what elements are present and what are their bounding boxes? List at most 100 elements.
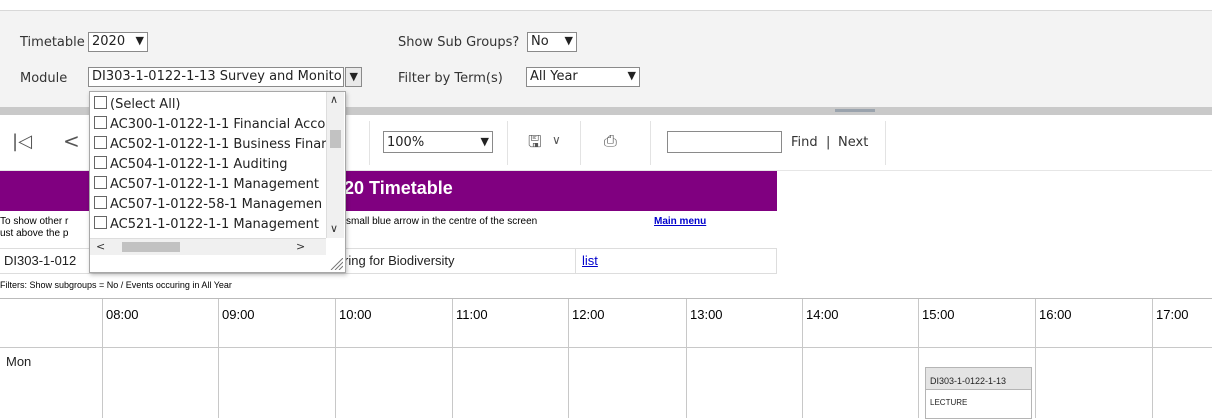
chevron-down-icon: ▼ <box>349 70 358 83</box>
chevron-right-icon[interactable]: > <box>296 240 305 253</box>
hour-header: 15:00 <box>922 307 955 322</box>
checkbox[interactable] <box>94 96 107 109</box>
module-select-value: DI303-1-0122-1-13 Survey and Monito <box>92 69 342 84</box>
list-item-label: AC521-1-0122-1-1 Management <box>110 217 319 232</box>
timetable-label: Timetable <box>20 35 85 50</box>
toolbar-divider <box>369 121 370 165</box>
list-item-label: AC504-1-0122-1-1 Auditing <box>110 157 288 172</box>
grid-col-divider <box>102 299 103 418</box>
zoom-select-value: 100% <box>387 135 425 150</box>
find-input[interactable] <box>667 131 782 153</box>
list-item-label: AC507-1-0122-58-1 Managemen <box>110 197 323 212</box>
list-item-label: AC300-1-0122-1-1 Financial Acco <box>110 117 326 132</box>
chevron-up-icon[interactable]: ∧ <box>330 93 338 106</box>
print-icon[interactable]: ⎙ <box>604 131 617 151</box>
main-menu-link[interactable]: Main menu <box>654 216 706 227</box>
checkbox[interactable] <box>94 176 107 189</box>
list-item[interactable]: AC300-1-0122-1-1 Financial Acco <box>94 116 325 132</box>
scroll-thumb[interactable] <box>330 130 341 148</box>
report-title: 20 Timetable <box>344 178 453 198</box>
module-dropdown-button[interactable]: ▼ <box>345 67 362 87</box>
module-dropdown-list[interactable]: (Select All) AC300-1-0122-1-1 Financial … <box>89 91 346 273</box>
horizontal-scrollbar[interactable]: < > <box>90 238 326 255</box>
checkbox[interactable] <box>94 116 107 129</box>
splitter-grip[interactable] <box>835 109 875 112</box>
hour-header: 13:00 <box>690 307 723 322</box>
hour-header: 12:00 <box>572 307 605 322</box>
note-text: small blue arrow in the centre of the sc… <box>346 216 538 227</box>
term-select[interactable]: All Year ▼ <box>526 67 640 87</box>
timetable-select-value: 2020 <box>92 34 126 49</box>
note-left-2: ust above the p <box>0 228 69 239</box>
grid-row-divider <box>0 347 1212 348</box>
hour-header: 11:00 <box>456 307 488 322</box>
resize-grip-icon[interactable] <box>327 258 343 270</box>
list-item-label: AC507-1-0122-1-1 Management <box>110 177 319 192</box>
toolbar-divider <box>885 121 886 165</box>
grid-col-divider <box>452 299 453 418</box>
next-button[interactable]: Next <box>838 135 868 150</box>
grid-col-divider <box>802 299 803 418</box>
grid-col-divider <box>568 299 569 418</box>
module-name: ring for Biodiversity <box>344 253 455 268</box>
filters-text: Filters: Show subgroups = No / Events oc… <box>0 280 232 290</box>
cell-divider <box>575 249 576 273</box>
grid-col-divider <box>1152 299 1153 418</box>
toolbar-divider <box>650 121 651 165</box>
list-item[interactable]: AC502-1-0122-1-1 Business Finar <box>94 136 327 152</box>
list-item[interactable]: (Select All) <box>94 96 181 112</box>
hour-header: 17:00 <box>1156 307 1189 322</box>
timetable-select[interactable]: 2020 ▼ <box>88 32 148 52</box>
chevron-down-icon: ▼ <box>135 34 144 47</box>
checkbox[interactable] <box>94 216 107 229</box>
hour-header: 14:00 <box>806 307 839 322</box>
hour-header: 16:00 <box>1039 307 1072 322</box>
checkbox[interactable] <box>94 196 107 209</box>
list-link[interactable]: list <box>582 253 598 268</box>
save-icon[interactable]: 🖫 <box>528 131 542 158</box>
subgroups-select-value: No <box>531 34 549 49</box>
list-item[interactable]: AC504-1-0122-1-1 Auditing <box>94 156 288 172</box>
chevron-down-icon: ▼ <box>564 34 573 47</box>
list-item-label: AC502-1-0122-1-1 Business Finar <box>110 137 327 152</box>
vertical-scrollbar[interactable]: ∧ ∨ <box>326 92 344 238</box>
chevron-down-icon[interactable]: ∨ <box>330 222 338 235</box>
chevron-down-icon: ▼ <box>480 135 489 148</box>
checkbox[interactable] <box>94 136 107 149</box>
find-separator: | <box>826 135 831 150</box>
module-select[interactable]: DI303-1-0122-1-13 Survey and Monito <box>88 67 344 87</box>
scroll-thumb[interactable] <box>122 242 180 252</box>
grid-col-divider <box>218 299 219 418</box>
module-code: DI303-1-012 <box>4 253 77 268</box>
grid-col-divider <box>335 299 336 418</box>
subgroups-label: Show Sub Groups? <box>398 35 520 50</box>
list-item[interactable]: AC507-1-0122-1-1 Management <box>94 176 319 192</box>
checkbox[interactable] <box>94 156 107 169</box>
chevron-down-icon: ▼ <box>627 69 636 82</box>
grid-col-divider <box>1035 299 1036 418</box>
toolbar-divider <box>580 121 581 165</box>
term-label: Filter by Term(s) <box>398 71 503 86</box>
subgroups-select[interactable]: No ▼ <box>527 32 577 52</box>
find-button[interactable]: Find <box>791 135 818 150</box>
chevron-down-icon[interactable]: ∨ <box>552 133 561 147</box>
list-item[interactable]: AC507-1-0122-58-1 Managemen <box>94 196 322 212</box>
grid-col-divider <box>686 299 687 418</box>
day-label: Mon <box>6 354 32 369</box>
term-select-value: All Year <box>530 69 578 84</box>
toolbar-divider <box>507 121 508 165</box>
hour-header: 09:00 <box>222 307 255 322</box>
hour-header: 08:00 <box>106 307 139 322</box>
module-label: Module <box>20 71 68 86</box>
grid-col-divider <box>918 299 919 418</box>
hour-header: 10:00 <box>339 307 372 322</box>
list-item[interactable]: AC521-1-0122-1-1 Management <box>94 216 319 232</box>
first-page-icon[interactable]: |◁ <box>12 131 32 152</box>
note-left-1: To show other r <box>0 216 69 227</box>
event-card[interactable]: DI303-1-0122-1-13 LECTURE <box>925 367 1032 419</box>
list-item-label: (Select All) <box>110 97 181 112</box>
zoom-select[interactable]: 100% ▼ <box>383 131 493 153</box>
chevron-left-icon[interactable]: < <box>96 240 105 253</box>
top-strip <box>0 0 1212 11</box>
previous-page-icon[interactable]: < <box>63 129 80 153</box>
